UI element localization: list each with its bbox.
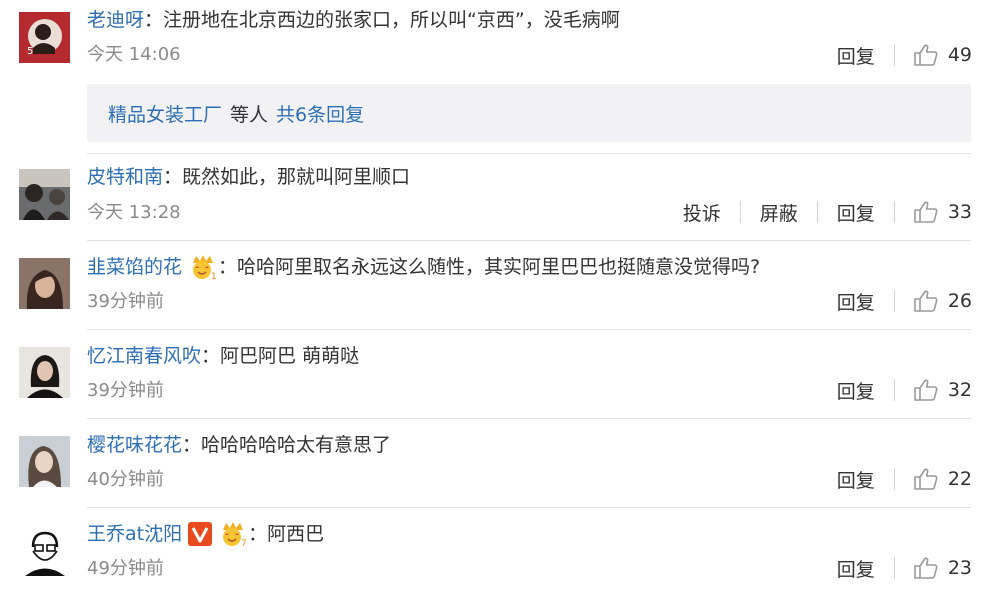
action-separator: [739, 201, 741, 223]
avatar[interactable]: [19, 258, 70, 309]
colon: ：: [201, 345, 221, 367]
like-button[interactable]: 23: [914, 557, 972, 579]
svg-text:5: 5: [27, 46, 33, 57]
comment-text: 哈哈阿里取名永远这么随性，其实阿里巴巴也挺随意没觉得吗?: [237, 256, 761, 278]
comment-item: 樱花味花花：哈哈哈哈哈太有意思了 40分钟前 回复 22: [0, 419, 990, 507]
thumbs-up-icon: [914, 379, 938, 401]
avatar-image: [19, 258, 70, 309]
like-button[interactable]: 33: [914, 201, 972, 223]
username[interactable]: 忆江南春风吹: [87, 343, 201, 369]
action-separator: [893, 379, 895, 401]
thumbs-up-icon: [914, 44, 938, 66]
action-separator: [893, 290, 895, 312]
avatar[interactable]: [19, 436, 70, 487]
like-count: 26: [947, 290, 972, 312]
comment-item: 5 老迪呀：注册地在北京西边的张家口，所以叫“京西”，没毛病啊 今天 14:06…: [0, 0, 990, 150]
colon: ：: [144, 9, 164, 31]
colon: ：: [248, 523, 268, 545]
colon: ：: [218, 256, 238, 278]
comment-item: 韭菜馅的花 1 ：哈哈阿里取名永远这么随性，其实阿里巴巴也挺随意没觉得吗? 39…: [0, 241, 990, 329]
comment-item: 忆江南春风吹：阿巴阿巴 萌萌哒 39分钟前 回复 32: [0, 330, 990, 418]
username[interactable]: 韭菜馅的花: [87, 254, 182, 280]
reply-button[interactable]: 回复: [837, 555, 875, 582]
crown-emoji-badge[interactable]: 7: [218, 521, 248, 547]
like-count: 23: [947, 557, 972, 579]
badge-level: 7: [241, 539, 247, 547]
avatar-image: 5: [19, 12, 70, 63]
avatar-image: [19, 525, 70, 576]
badge-level: 1: [211, 272, 217, 280]
comment-time: 39分钟前: [87, 291, 164, 312]
username[interactable]: 老迪呀: [87, 7, 144, 33]
comment-time: 今天 14:06: [87, 44, 181, 65]
comment-actions: 回复 26: [837, 288, 972, 314]
avatar-image: [19, 436, 70, 487]
username[interactable]: 王乔at沈阳: [87, 521, 182, 547]
comment-time: 49分钟前: [87, 558, 164, 579]
like-count: 33: [947, 201, 972, 223]
colon: ：: [182, 434, 202, 456]
comment-actions: 回复 32: [837, 377, 972, 403]
comment-text: 哈哈哈哈哈太有意思了: [201, 434, 392, 456]
comment-actions: 回复 23: [837, 555, 972, 581]
comment-actions: 回复 49: [837, 42, 972, 68]
comment-text: 阿巴阿巴 萌萌哒: [220, 345, 360, 367]
comment-actions: 投诉 屏蔽 回复 33: [683, 199, 972, 225]
reply-button[interactable]: 回复: [837, 377, 875, 404]
comment-text: 注册地在北京西边的张家口，所以叫“京西”，没毛病啊: [163, 9, 620, 31]
action-separator: [893, 201, 895, 223]
action-separator: [893, 468, 895, 490]
report-button[interactable]: 投诉: [683, 199, 721, 226]
reply-button[interactable]: 回复: [837, 288, 875, 315]
thumbs-up-icon: [914, 557, 938, 579]
thumbs-up-icon: [914, 201, 938, 223]
reply-user-link[interactable]: 精品女装工厂: [108, 100, 222, 127]
reply-summary-text: 等人: [230, 103, 269, 126]
comment-time: 今天 13:28: [87, 202, 181, 223]
verified-v-icon: [188, 522, 213, 546]
replies-summary[interactable]: 精品女装工厂 等人 共6条回复: [87, 84, 971, 142]
like-count: 49: [947, 44, 972, 66]
crown-emoji-badge[interactable]: 1: [188, 254, 218, 280]
avatar-image: [19, 347, 70, 398]
view-all-replies-link[interactable]: 共6条回复: [276, 100, 364, 127]
like-button[interactable]: 32: [914, 379, 972, 401]
reply-button[interactable]: 回复: [837, 199, 875, 226]
comment-text: 阿西巴: [267, 523, 325, 545]
comment-actions: 回复 22: [837, 466, 972, 492]
comment-time: 40分钟前: [87, 469, 164, 490]
like-count: 32: [947, 379, 972, 401]
colon: ：: [163, 166, 183, 188]
comment-text: 既然如此，那就叫阿里顺口: [182, 166, 411, 188]
thumbs-up-icon: [914, 468, 938, 490]
avatar-image: [19, 169, 70, 220]
comment-item: 王乔at沈阳 7 ：阿西巴 49分钟前 回复 23: [0, 508, 990, 590]
block-button[interactable]: 屏蔽: [760, 199, 798, 226]
avatar[interactable]: [19, 347, 70, 398]
crown-emoji-icon: 7: [223, 522, 247, 547]
like-button[interactable]: 22: [914, 468, 972, 490]
username[interactable]: 樱花味花花: [87, 432, 182, 458]
avatar[interactable]: 5: [19, 12, 70, 63]
comment-item: 皮特和南：既然如此，那就叫阿里顺口 今天 13:28 投诉 屏蔽 回复 33: [0, 154, 990, 230]
crown-emoji-icon: 1: [193, 255, 217, 280]
like-button[interactable]: 26: [914, 290, 972, 312]
action-separator: [893, 557, 895, 579]
action-separator: [816, 201, 818, 223]
comment-time: 39分钟前: [87, 380, 164, 401]
avatar[interactable]: [19, 525, 70, 576]
verified-badge[interactable]: [188, 522, 213, 546]
reply-button[interactable]: 回复: [837, 42, 875, 69]
thumbs-up-icon: [914, 290, 938, 312]
username[interactable]: 皮特和南: [87, 164, 163, 190]
avatar[interactable]: [19, 169, 70, 220]
like-button[interactable]: 49: [914, 44, 972, 66]
reply-button[interactable]: 回复: [837, 466, 875, 493]
like-count: 22: [947, 468, 972, 490]
action-separator: [893, 44, 895, 66]
